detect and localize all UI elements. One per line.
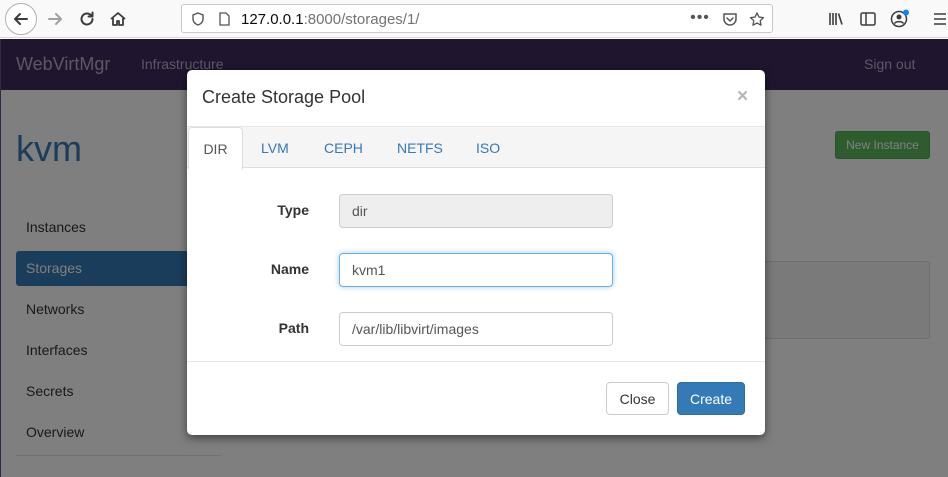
home-button[interactable]: [103, 4, 133, 34]
create-button[interactable]: Create: [677, 382, 745, 415]
arrow-left-icon: [14, 13, 28, 25]
back-button[interactable]: [5, 3, 37, 35]
reload-icon: [80, 11, 94, 26]
forward-button[interactable]: [40, 4, 70, 34]
more-actions-icon[interactable]: •••: [690, 9, 709, 26]
url-bar[interactable]: 127.0.0.1:8000/storages/1/ •••: [181, 4, 773, 33]
tab-lvm[interactable]: LVM: [261, 127, 289, 169]
create-storage-pool-modal: Create Storage Pool × DIR LVM CEPH NETFS…: [187, 70, 765, 435]
bookmark-star-icon[interactable]: [749, 11, 765, 27]
tab-iso[interactable]: ISO: [476, 127, 500, 169]
home-icon: [110, 12, 126, 26]
url-path: :8000/storages/1/: [303, 11, 420, 28]
sidebar-toggle-icon[interactable]: [858, 9, 878, 29]
path-label: Path: [278, 320, 309, 336]
tab-netfs[interactable]: NETFS: [397, 127, 443, 169]
url-text[interactable]: 127.0.0.1:8000/storages/1/: [241, 11, 419, 28]
path-field[interactable]: [339, 312, 613, 346]
name-label: Name: [270, 261, 309, 277]
browser-toolbar: 127.0.0.1:8000/storages/1/ •••: [0, 0, 948, 38]
arrow-right-icon: [48, 13, 62, 25]
pocket-icon[interactable]: [722, 11, 738, 27]
modal-footer-divider: [187, 361, 765, 362]
page-info-icon[interactable]: [216, 11, 232, 27]
name-field[interactable]: [339, 253, 613, 287]
tab-ceph[interactable]: CEPH: [324, 127, 363, 169]
shield-icon[interactable]: [190, 11, 206, 27]
type-field: [339, 194, 613, 228]
close-icon[interactable]: ×: [737, 87, 748, 106]
close-button[interactable]: Close: [606, 382, 669, 415]
menu-icon[interactable]: [930, 9, 948, 29]
reload-button[interactable]: [72, 4, 102, 34]
pool-type-tabs: DIR LVM CEPH NETFS ISO: [187, 126, 765, 170]
account-icon[interactable]: [890, 9, 910, 29]
url-host: 127.0.0.1: [241, 11, 304, 28]
modal-title: Create Storage Pool: [202, 87, 366, 107]
tab-dir[interactable]: DIR: [188, 127, 243, 170]
type-label: Type: [277, 202, 309, 218]
library-icon[interactable]: [826, 9, 846, 29]
